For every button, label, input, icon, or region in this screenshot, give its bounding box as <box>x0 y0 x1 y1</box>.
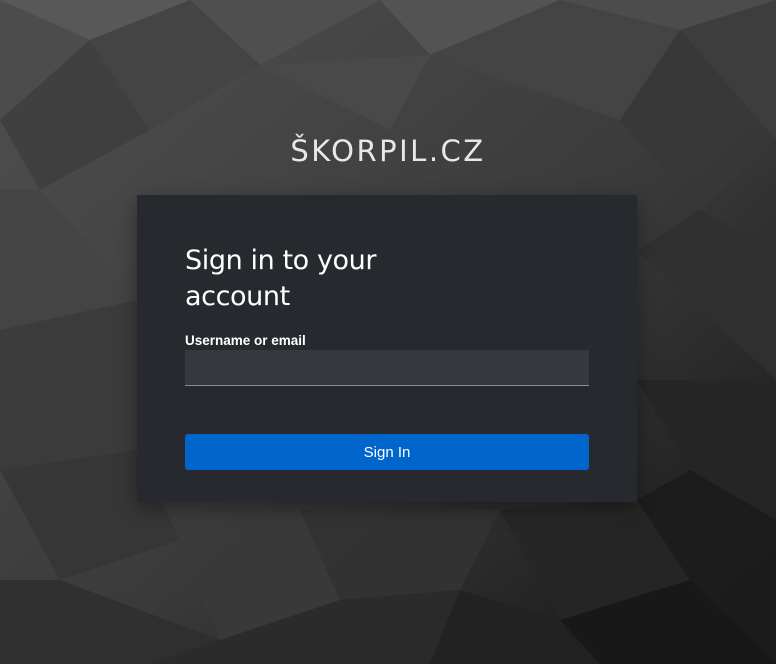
page-title: Sign in to your account <box>185 245 377 312</box>
brand-logo-text: ŠKORPIL.CZ <box>290 134 486 168</box>
username-input[interactable] <box>185 350 589 386</box>
username-label: Username or email <box>185 333 306 348</box>
sign-in-button[interactable]: Sign In <box>185 434 589 470</box>
login-card: Sign in to your account Username or emai… <box>137 195 637 502</box>
